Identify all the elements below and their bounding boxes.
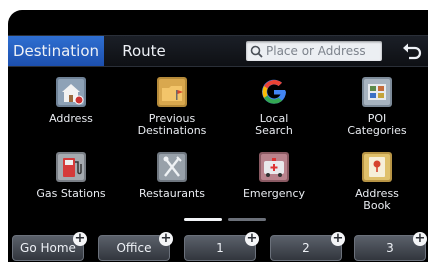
grid-item-local-search[interactable]: Local Search [228,76,320,137]
grid-item-emergency[interactable]: Emergency [228,151,320,200]
folder-flag-icon [157,77,187,107]
add-icon[interactable]: + [245,232,259,246]
photo-frame: Destination Route Place or Address Addre… [0,0,428,262]
quick-button-label: 3 [386,241,394,255]
fork-knife-icon [157,152,187,182]
grid-label: POI Categories [347,112,407,137]
quick-button-label: 2 [302,241,310,255]
tab-route[interactable]: Route [112,36,176,66]
navigation-screen: Destination Route Place or Address Addre… [8,10,428,262]
search-icon [250,45,263,58]
grid-item-address-book[interactable]: Address Book [331,151,423,212]
grid-label: Previous Destinations [137,112,207,137]
grid-item-poi-categories[interactable]: POI Categories [331,76,423,137]
grid-label: Restaurants [139,187,205,200]
grid-label: Address Book [355,187,399,212]
tab-destination[interactable]: Destination [8,36,104,66]
quick-button-go-home[interactable]: Go Home + [12,232,87,261]
add-icon[interactable]: + [73,232,87,246]
quick-button-office[interactable]: Office + [98,232,173,261]
grid-label: Emergency [242,187,306,200]
grid-label: Gas Stations [36,187,106,200]
back-arrow-icon[interactable] [400,39,424,63]
quick-button-3[interactable]: 3 + [354,232,427,261]
grid-item-gas-stations[interactable]: Gas Stations [25,151,117,200]
page-indicator-active [184,218,222,221]
quick-button-1[interactable]: 1 + [184,232,259,261]
house-icon [56,77,86,107]
top-bar: Destination Route Place or Address [8,35,428,67]
page-indicator-inactive [228,218,266,221]
add-icon[interactable]: + [413,232,427,246]
grid-item-previous-destinations[interactable]: Previous Destinations [126,76,218,137]
add-icon[interactable]: + [331,232,345,246]
search-placeholder: Place or Address [266,44,366,58]
grid-item-restaurants[interactable]: Restaurants [126,151,218,200]
quick-button-label: 1 [216,241,224,255]
quick-button-label: Office [116,241,152,255]
grid-label: Local Search [255,112,293,137]
google-g-icon [262,79,286,104]
quick-button-2[interactable]: 2 + [270,232,345,261]
poi-map-icon [362,77,392,107]
add-icon[interactable]: + [159,232,173,246]
grid-item-address[interactable]: Address [25,76,117,125]
ambulance-icon [259,152,289,182]
gas-pump-icon [56,152,86,182]
grid-label: Address [49,112,93,125]
search-input[interactable]: Place or Address [246,41,382,61]
address-book-icon [362,152,392,182]
quick-button-label: Go Home [20,241,76,255]
